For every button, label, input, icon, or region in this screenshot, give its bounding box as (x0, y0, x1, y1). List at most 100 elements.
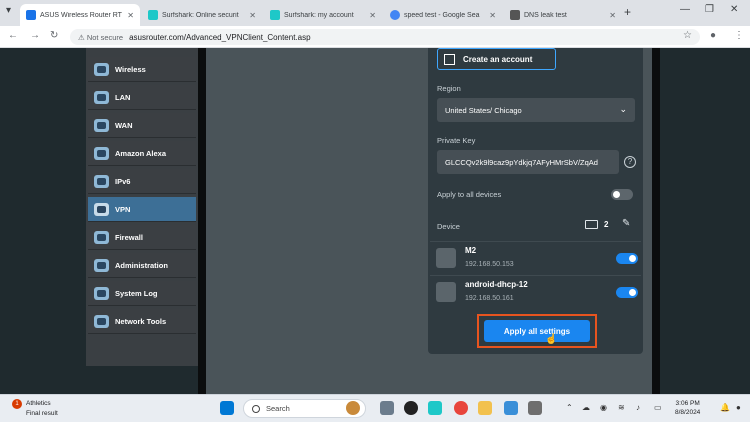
apply-all-devices-label: Apply to all devices (437, 190, 502, 199)
chrome-icon[interactable] (454, 401, 468, 415)
sidebar-item-label: Network Tools (115, 316, 167, 326)
tab-surfshark-online[interactable]: Surfshark: Online securit ✕ (142, 4, 262, 26)
bookmark-star-icon[interactable]: ☆ (683, 30, 692, 41)
edit-pencil-icon[interactable]: ✎ (622, 218, 630, 229)
device-row: M2 192.168.50.153 (430, 241, 641, 274)
mic-icon[interactable]: ◉ (600, 403, 607, 412)
clock-date: 8/8/2024 (675, 409, 701, 416)
forward-icon[interactable]: → (30, 30, 40, 41)
close-tab-icon[interactable]: ✕ (489, 11, 496, 20)
tab-label: Surfshark: Online securit (162, 11, 239, 19)
ipv6-globe-icon (94, 174, 109, 188)
store-icon[interactable] (504, 401, 518, 415)
tab-surfshark-account[interactable]: Surfshark: my account ✕ (264, 4, 382, 26)
windows-start-icon[interactable] (220, 401, 234, 415)
cloud-icon[interactable]: ☁ (582, 403, 590, 412)
sidebar-item-wan[interactable]: WAN (88, 113, 196, 138)
clock-time: 3:06 PM (675, 400, 700, 407)
close-window-icon[interactable]: ✕ (730, 4, 738, 15)
close-tab-icon[interactable]: ✕ (609, 11, 616, 20)
close-tab-icon[interactable]: ✕ (127, 11, 134, 20)
task-view-icon[interactable] (380, 401, 394, 415)
lan-icon (94, 90, 109, 104)
network-tools-icon (94, 314, 109, 328)
private-key-label: Private Key (437, 136, 476, 145)
router-sidebar: Wireless LAN WAN Amazon Alexa IPv6 VPN F… (86, 48, 198, 366)
battery-icon[interactable]: ▭ (654, 403, 662, 412)
url-text: asusrouter.com/Advanced_VPNClient_Conten… (129, 32, 311, 42)
help-icon[interactable]: ? (624, 156, 636, 168)
volume-icon[interactable]: ♪ (636, 403, 640, 412)
address-toolbar: ← → ↻ ⚠ Not secure asusrouter.com/Advanc… (0, 26, 750, 48)
tab-search-icon[interactable]: ▾ (6, 5, 11, 16)
app-icon[interactable] (404, 401, 418, 415)
sidebar-item-amazon-alexa[interactable]: Amazon Alexa (88, 141, 196, 166)
profile-icon[interactable]: ● (710, 30, 716, 41)
sidebar-item-label: VPN (115, 204, 131, 214)
maximize-icon[interactable]: ❐ (705, 4, 714, 15)
file-explorer-icon[interactable] (478, 401, 492, 415)
notification-icon[interactable]: ● (736, 403, 741, 412)
surfshark-app-icon[interactable] (428, 401, 442, 415)
system-log-icon (94, 286, 109, 300)
sidebar-item-label: LAN (115, 92, 131, 102)
tab-dns-leak-test[interactable]: DNS leak test ✕ (504, 4, 622, 26)
menu-dots-icon[interactable]: ⋮ (734, 30, 744, 41)
chevron-down-icon: ⌄ (619, 104, 627, 114)
create-account-label: Create an account (463, 54, 533, 64)
region-select[interactable]: United States/ Chicago ⌄ (437, 98, 635, 122)
divider (198, 48, 206, 394)
address-bar[interactable]: ⚠ Not secure asusrouter.com/Advanced_VPN… (70, 29, 700, 45)
news-widget[interactable]: 1 Athletics Final result (12, 399, 58, 418)
wifi-icon[interactable]: ≋ (618, 403, 625, 412)
news-badge: 1 (12, 399, 22, 409)
chevron-up-icon[interactable]: ⌃ (566, 403, 573, 412)
vpn-icon (94, 202, 109, 216)
google-favicon-icon (390, 10, 400, 20)
device-vpn-toggle[interactable] (616, 287, 638, 298)
vpn-settings-panel (428, 48, 643, 354)
back-icon[interactable]: ← (8, 30, 18, 41)
sidebar-item-wireless[interactable]: Wireless (88, 57, 196, 82)
alexa-icon (94, 146, 109, 160)
device-vpn-toggle[interactable] (616, 253, 638, 264)
wireless-icon (94, 62, 109, 76)
tab-asus-router[interactable]: ASUS Wireless Router RT ✕ (20, 4, 140, 26)
minimize-icon[interactable]: — (680, 4, 690, 15)
tab-speed-test[interactable]: speed test - Google Sea ✕ (384, 4, 502, 26)
sidebar-item-network-tools[interactable]: Network Tools (88, 309, 196, 334)
browser-tab-strip: ASUS Wireless Router RT ✕ Surfshark: Onl… (0, 0, 750, 26)
device-count: 2 (604, 220, 609, 229)
not-secure-indicator[interactable]: ⚠ Not secure (78, 33, 123, 42)
reload-icon[interactable]: ↻ (50, 30, 58, 41)
sidebar-item-label: IPv6 (115, 176, 131, 186)
clock[interactable]: 3:06 PM 8/8/2024 (675, 399, 700, 417)
private-key-field[interactable]: GLCCQv2k9l9caz9pYdkjq7AFyHMrSbV/ZqAd (437, 150, 619, 174)
security-label: Not secure (86, 32, 124, 42)
sidebar-item-vpn[interactable]: VPN (88, 197, 196, 222)
sidebar-item-firewall[interactable]: Firewall (88, 225, 196, 250)
surfshark-favicon-icon (270, 10, 280, 20)
apply-all-devices-toggle[interactable] (611, 189, 633, 200)
firewall-icon (94, 230, 109, 244)
close-tab-icon[interactable]: ✕ (249, 11, 256, 20)
sidebar-item-administration[interactable]: Administration (88, 253, 196, 278)
sidebar-item-lan[interactable]: LAN (88, 85, 196, 110)
page-margin (660, 48, 750, 394)
notification-bell-icon[interactable]: 🔔 (720, 403, 730, 412)
close-tab-icon[interactable]: ✕ (369, 11, 376, 20)
search-placeholder: Search (266, 404, 290, 413)
asus-favicon-icon (26, 10, 36, 20)
wan-globe-icon (94, 118, 109, 132)
device-label: Device (437, 222, 460, 231)
create-account-button[interactable]: Create an account (437, 48, 556, 70)
sidebar-item-ipv6[interactable]: IPv6 (88, 169, 196, 194)
sidebar-item-system-log[interactable]: System Log (88, 281, 196, 306)
new-tab-button[interactable]: + (624, 5, 631, 19)
app-icon[interactable] (528, 401, 542, 415)
router-page: Wireless LAN WAN Amazon Alexa IPv6 VPN F… (0, 48, 750, 394)
news-title: Athletics (26, 400, 51, 407)
taskbar: 1 Athletics Final result Search ⌃ ☁ ◉ ≋ ♪… (0, 394, 750, 422)
device-row: android-dhcp-12 192.168.50.161 (430, 275, 641, 308)
apply-all-settings-button[interactable]: Apply all settings (484, 320, 590, 342)
